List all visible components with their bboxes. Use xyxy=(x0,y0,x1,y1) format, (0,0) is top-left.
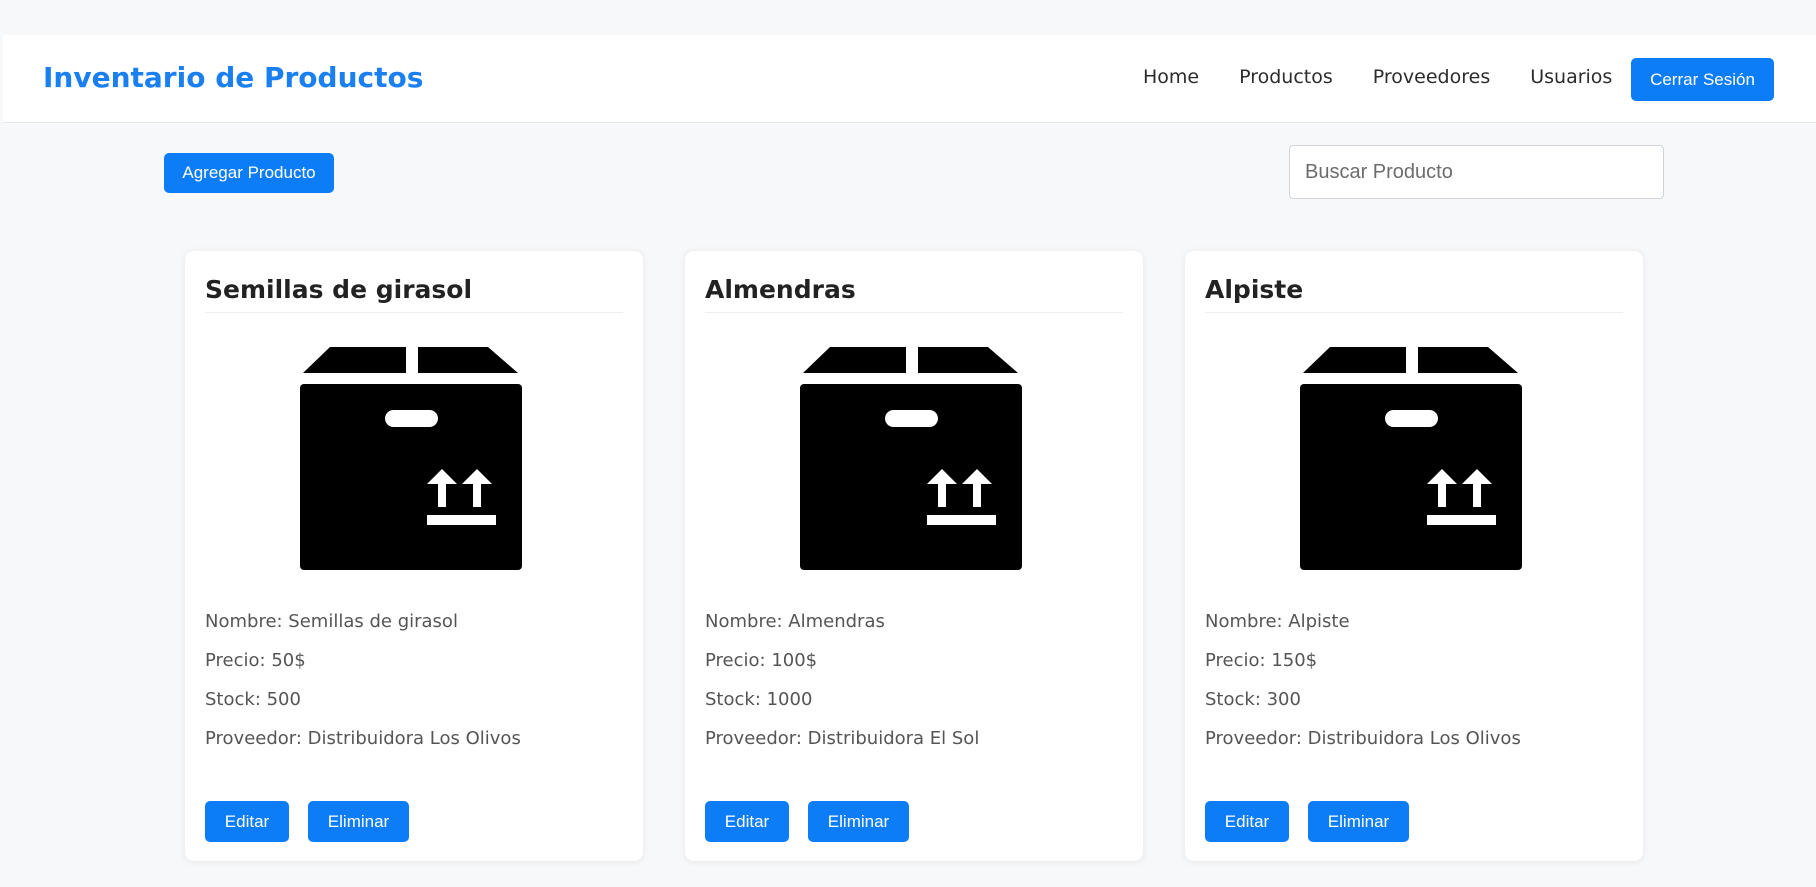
product-price: Precio: 100$ xyxy=(705,650,818,671)
app-title[interactable]: Inventario de Productos xyxy=(43,61,423,94)
product-supplier: Proveedor: Distribuidora Los Olivos xyxy=(1205,728,1521,749)
edit-button[interactable]: Editar xyxy=(1205,801,1289,842)
edit-button[interactable]: Editar xyxy=(705,801,789,842)
product-name: Nombre: Alpiste xyxy=(1205,611,1350,632)
product-stock: Stock: 300 xyxy=(1205,689,1301,710)
box-icon xyxy=(1300,347,1522,570)
product-title: Alpiste xyxy=(1205,275,1623,313)
edit-button[interactable]: Editar xyxy=(205,801,289,842)
product-name: Nombre: Almendras xyxy=(705,611,885,632)
nav-productos[interactable]: Productos xyxy=(1239,66,1333,88)
logout-button[interactable]: Cerrar Sesión xyxy=(1631,58,1774,101)
search-input[interactable] xyxy=(1289,145,1664,199)
nav-usuarios[interactable]: Usuarios xyxy=(1530,66,1612,88)
product-card: Semillas de girasol Nombre: Semillas de … xyxy=(185,251,643,861)
product-card: Almendras Nombre: Almendras Precio: 100$… xyxy=(685,251,1143,861)
add-product-button[interactable]: Agregar Producto xyxy=(164,153,334,193)
navbar: Inventario de Productos Home Productos P… xyxy=(3,35,1816,123)
product-title: Semillas de girasol xyxy=(205,275,623,313)
nav-home[interactable]: Home xyxy=(1143,66,1199,88)
product-name: Nombre: Semillas de girasol xyxy=(205,611,458,632)
product-card: Alpiste Nombre: Alpiste Precio: 150$ Sto… xyxy=(1185,251,1643,861)
product-stock: Stock: 1000 xyxy=(705,689,813,710)
delete-button[interactable]: Eliminar xyxy=(308,801,409,842)
product-price: Precio: 50$ xyxy=(205,650,306,671)
delete-button[interactable]: Eliminar xyxy=(1308,801,1409,842)
delete-button[interactable]: Eliminar xyxy=(808,801,909,842)
product-price: Precio: 150$ xyxy=(1205,650,1318,671)
product-supplier: Proveedor: Distribuidora El Sol xyxy=(705,728,980,749)
product-title: Almendras xyxy=(705,275,1123,313)
nav-links: Home Productos Proveedores Usuarios xyxy=(1143,66,1612,88)
product-supplier: Proveedor: Distribuidora Los Olivos xyxy=(205,728,521,749)
box-icon xyxy=(800,347,1022,570)
nav-proveedores[interactable]: Proveedores xyxy=(1373,66,1490,88)
box-icon xyxy=(300,347,522,570)
product-stock: Stock: 500 xyxy=(205,689,301,710)
